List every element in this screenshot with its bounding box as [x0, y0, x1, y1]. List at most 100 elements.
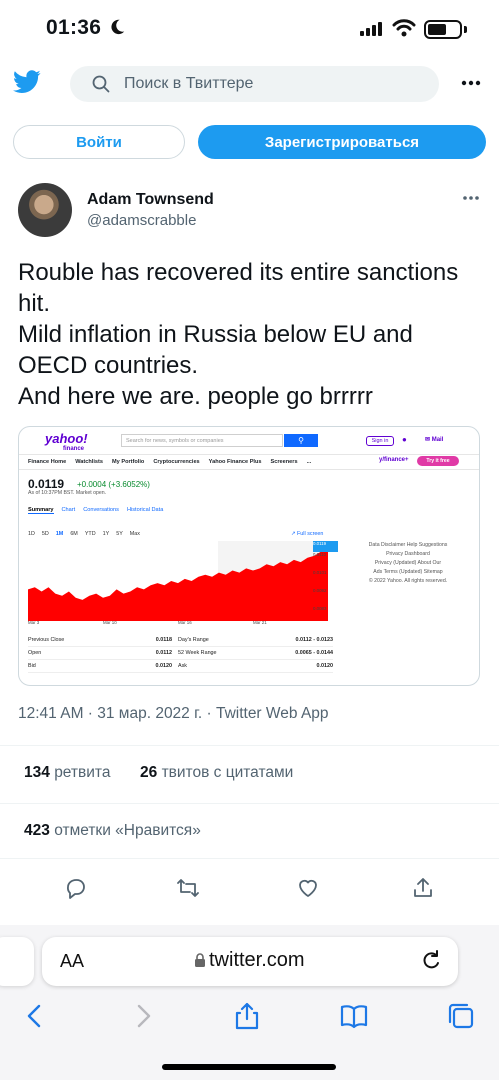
yf-change: +0.0004 (+3.6052%) [77, 480, 150, 489]
yf-y-tick: 0.0101 [313, 570, 327, 575]
yf-full-screen-label: Full screen [297, 531, 324, 537]
share-icon[interactable] [411, 876, 435, 900]
signal-icon [360, 22, 384, 36]
yf-x-tick: Mar 3 [28, 620, 40, 625]
like-icon[interactable] [296, 876, 320, 900]
likes-count: 423 [24, 822, 50, 839]
search-placeholder: Поиск в Твиттере [124, 75, 254, 92]
yf-signin-button: Sign in [366, 436, 394, 446]
tweet-image[interactable]: yahoo! finance Search for news, symbols o… [18, 426, 480, 686]
quotes-count: 26 [140, 764, 158, 781]
yf-nav-item: Yahoo Finance Plus [208, 459, 262, 465]
yf-cell: Open [28, 650, 42, 656]
yf-x-tick: Mar 10 [103, 620, 117, 625]
more-icon[interactable] [461, 80, 481, 86]
status-time: 01:36 [46, 16, 102, 39]
yf-side-link: Privacy Dashboard [386, 551, 430, 557]
yf-y-tick: 0.0110 [313, 552, 327, 557]
divider [0, 858, 499, 859]
yf-cell: 0.0118 [155, 637, 172, 643]
search-icon [92, 75, 110, 93]
quotes-stat[interactable]: 26 твитов с цитатами [140, 764, 293, 782]
likes-stat[interactable]: 423 отметки «Нравится» [24, 822, 201, 840]
yf-tab: Historical Data [126, 507, 164, 513]
yf-range: 1M [55, 531, 64, 537]
yf-side-links: Data Disclaimer Help Suggestions Privacy… [353, 541, 463, 586]
yf-tab: Summary [28, 507, 54, 514]
tweet-timestamp[interactable]: 12:41 AM · 31 мар. 2022 г. · Twitter Web… [18, 705, 329, 723]
reader-options-button[interactable]: AA [60, 951, 84, 972]
url-text[interactable]: twitter.com [209, 949, 305, 972]
yf-table-row: Open 0.0112 52 Week Range 0.0065 - 0.0144 [28, 647, 333, 660]
yf-ranges: 1D 5D 1M 6M YTD 1Y 5Y Max [28, 531, 147, 537]
yf-stats-table: Previous Close 0.0118 Day's Range 0.0112 - … [28, 634, 333, 673]
reply-icon[interactable] [64, 876, 88, 900]
reload-icon[interactable] [420, 949, 442, 973]
twitter-logo-icon[interactable] [13, 70, 41, 94]
battery-cap [464, 26, 467, 33]
yf-nav-item: ... [306, 459, 312, 465]
lock-icon [195, 953, 205, 967]
moon-icon [111, 19, 125, 35]
yahoo-logo: yahoo! finance [45, 432, 88, 455]
yf-cell: Bid [28, 663, 36, 669]
yf-price-chart [28, 541, 328, 621]
share-sheet-icon[interactable] [232, 1001, 262, 1031]
yf-cell: 0.0112 [155, 650, 172, 656]
tweet-text: Rouble has recovered its entire sanction… [18, 259, 459, 410]
back-icon[interactable] [20, 1001, 50, 1031]
signup-button[interactable]: Зарегистрироваться [198, 125, 486, 159]
likes-label: отметки «Нравится» [54, 822, 201, 839]
yf-side-link: © 2022 Yahoo. All rights reserved. [368, 578, 448, 584]
yf-nav: Finance Home Watchlists My Portfolio Cry… [19, 454, 479, 470]
tweet-more-icon[interactable] [462, 195, 480, 201]
yf-premium-brand: y/finance+ [379, 457, 409, 463]
author-name[interactable]: Adam Townsend [87, 191, 214, 209]
yf-table-row: Bid 0.0120 Ask 0.0120 [28, 660, 333, 673]
yf-tab: Chart [61, 507, 76, 513]
author-handle[interactable]: @adamscrabble [87, 212, 196, 229]
yf-cell: 0.0120 [155, 663, 173, 669]
wifi-icon [392, 19, 416, 37]
battery-icon [424, 20, 462, 39]
yf-full-screen: ↗ Full screen [291, 531, 324, 537]
yf-mail-label: Mail [431, 437, 444, 443]
bell-icon: ● [402, 435, 407, 444]
yf-cell: 0.0112 - 0.0123 [295, 637, 333, 643]
yf-cell: 52 Week Range [178, 650, 217, 656]
search-input[interactable]: Поиск в Твиттере [70, 66, 439, 102]
avatar[interactable] [18, 183, 72, 237]
bookmarks-icon[interactable] [339, 1001, 369, 1031]
yf-x-tick: Mar 21 [253, 620, 267, 625]
yf-cell: 0.0065 - 0.0144 [295, 650, 333, 656]
yf-premium-cta: Try it free [417, 456, 459, 466]
yf-nav-item: My Portfolio [112, 459, 145, 465]
yf-range: Max [129, 531, 140, 537]
yf-range: 5Y [116, 531, 123, 537]
home-indicator [162, 1064, 336, 1070]
yf-tab: Conversations [83, 507, 119, 513]
quotes-label: твитов с цитатами [161, 764, 294, 781]
previous-tab-card[interactable] [0, 937, 34, 986]
yf-y-tick: 0.0092 [313, 588, 327, 593]
forward-icon[interactable] [128, 1001, 158, 1031]
yf-table-row: Previous Close 0.0118 Day's Range 0.0112 - … [28, 634, 333, 647]
yf-cell: Previous Close [28, 637, 65, 643]
yf-range: YTD [84, 531, 96, 537]
yf-nav-item: Finance Home [28, 459, 67, 465]
mail-icon: ✉ [425, 437, 431, 443]
yf-range: 1D [28, 531, 35, 537]
yf-y-axis: 0.0119 0.0110 0.0101 0.0092 0.0083 [313, 541, 338, 611]
yf-cell: 0.0120 [316, 663, 334, 669]
yf-nav-item: Screeners [270, 459, 298, 465]
retweets-count: 134 [24, 764, 50, 781]
tabs-icon[interactable] [446, 1001, 476, 1031]
retweets-stat[interactable]: 134 ретвита [24, 764, 110, 782]
yf-cell: Ask [178, 663, 187, 669]
retweet-icon[interactable] [176, 876, 200, 900]
yf-tabs: Summary Chart Conversations Historical D… [28, 507, 171, 514]
yf-search-button: ⚲ [284, 434, 318, 447]
login-button[interactable]: Войти [13, 125, 185, 159]
yf-price: 0.0119 [28, 477, 65, 491]
yf-x-axis: Mar 3 Mar 10 Mar 16 Mar 21 [28, 620, 318, 625]
